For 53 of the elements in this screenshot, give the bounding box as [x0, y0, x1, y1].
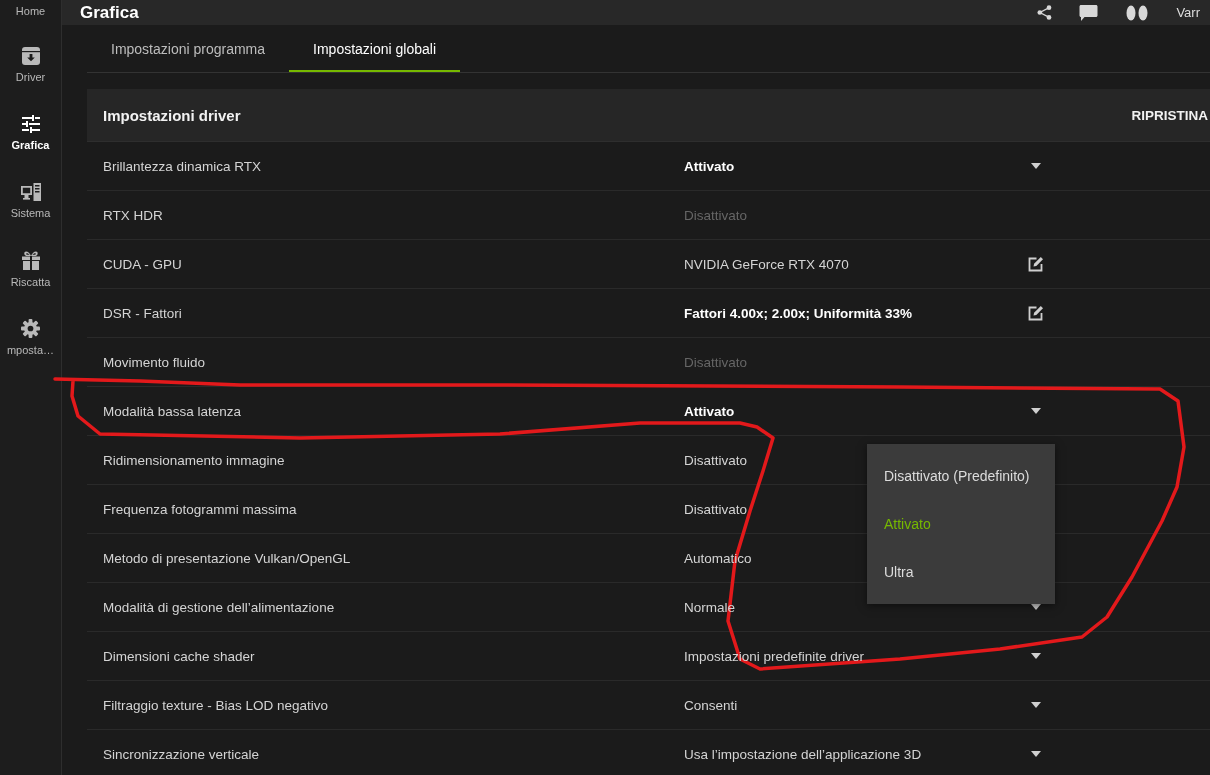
setting-value: Usa l’impostazione dell’applicazione 3D	[684, 746, 922, 762]
panel-title: Impostazioni driver	[103, 106, 241, 124]
chat-icon[interactable]	[1079, 4, 1099, 21]
setting-label: CUDA - GPU	[103, 256, 183, 272]
caret-icon[interactable]	[1031, 408, 1041, 414]
nav-item[interactable]: Home	[0, 0, 61, 22]
nav-item[interactable]: mposta…	[0, 294, 61, 362]
caret-icon[interactable]	[1031, 702, 1041, 708]
page-title: Grafica	[80, 1, 139, 24]
setting-value: Disattivato	[684, 501, 748, 517]
tab[interactable]: Impostazioni globali	[289, 25, 461, 72]
setting-label: Modalità di gestione dell’alimentazione	[103, 599, 336, 615]
share-icon[interactable]	[1037, 5, 1053, 20]
caret-icon[interactable]	[1031, 163, 1041, 169]
nav-item[interactable]: Sistema	[0, 158, 61, 226]
setting-label: RTX HDR	[103, 207, 164, 223]
setting-value: NVIDIA GeForce RTX 4070	[684, 256, 849, 272]
edit-icon[interactable]	[1028, 256, 1044, 272]
setting-label: Frequenza fotogrammi massima	[103, 501, 298, 517]
nav-item[interactable]: Driver	[0, 22, 61, 90]
caret-icon[interactable]	[1031, 751, 1041, 757]
tray-download-icon	[21, 47, 40, 65]
sliders-icon	[21, 115, 40, 133]
menu-option[interactable]: Disattivato (Predefinito)	[867, 452, 1055, 500]
setting-value: Consenti	[684, 697, 738, 713]
caret-icon[interactable]	[1031, 653, 1041, 659]
setting-value: Fattori 4.00x; 2.00x; Uniformità 33%	[684, 305, 913, 321]
gift-icon	[21, 251, 40, 270]
setting-label: Metodo di presentazione Vulkan/OpenGL	[103, 550, 352, 566]
reset-button[interactable]: RIPRISTINA	[1131, 107, 1210, 123]
computer-tower-icon	[20, 183, 41, 201]
setting-label: Brillantezza dinamica RTX	[103, 158, 263, 174]
setting-label: Ridimensionamento immagine	[103, 452, 286, 468]
setting-label: Modalità bassa latenza	[103, 403, 243, 419]
setting-label: Filtraggio texture - Bias LOD negativo	[103, 697, 330, 713]
settings-icon	[21, 319, 40, 338]
footprints-icon[interactable]	[1125, 4, 1150, 21]
tab[interactable]: Impostazioni programma	[87, 25, 290, 72]
menu-option[interactable]: Attivato	[867, 500, 1055, 548]
nav-item[interactable]: Riscatta	[0, 226, 61, 294]
setting-label: Sincronizzazione verticale	[103, 746, 261, 762]
setting-value: Disattivato	[684, 207, 748, 223]
user-name[interactable]: Varr	[1176, 5, 1200, 20]
nav-item[interactable]: Grafica	[0, 90, 61, 158]
setting-value: Disattivato	[684, 452, 748, 468]
setting-label: DSR - Fattori	[103, 305, 183, 321]
menu-option[interactable]: Ultra	[867, 548, 1055, 596]
setting-value: Attivato	[684, 158, 735, 174]
setting-value: Disattivato	[684, 354, 748, 370]
setting-label: Movimento fluido	[103, 354, 207, 370]
setting-label: Dimensioni cache shader	[103, 648, 256, 664]
edit-icon[interactable]	[1028, 305, 1044, 321]
setting-value: Attivato	[684, 403, 735, 419]
